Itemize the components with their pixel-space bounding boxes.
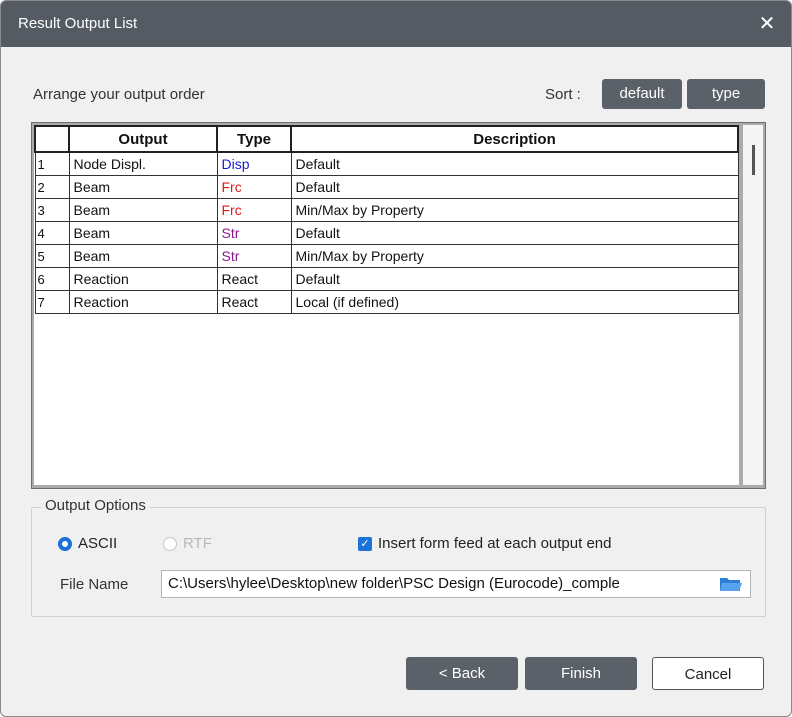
folder-icon[interactable]	[718, 573, 744, 595]
filename-field[interactable]: C:\Users\hylee\Desktop\new folder\PSC De…	[161, 570, 751, 598]
filename-label: File Name	[60, 576, 129, 593]
col-header-type[interactable]: Type	[216, 125, 292, 153]
description-cell[interactable]: Min/Max by Property	[290, 198, 739, 222]
output-grid[interactable]: Output Type Description 1 Node Displ. Disp…	[31, 122, 766, 489]
ascii-label: ASCII	[78, 535, 118, 552]
ascii-radio[interactable]: ASCII	[58, 535, 117, 552]
type-cell[interactable]: React	[216, 267, 292, 291]
result-output-list-dialog: Result Output List ✕ Arrange your output…	[0, 0, 792, 717]
table-header-row: Output Type Description	[34, 125, 739, 153]
output-cell[interactable]: Beam	[68, 198, 218, 222]
description-cell[interactable]: Min/Max by Property	[290, 244, 739, 268]
row-number-cell[interactable]: 4	[34, 221, 70, 245]
output-options-group	[31, 507, 766, 617]
description-cell[interactable]: Default	[290, 267, 739, 291]
sort-label: Sort :	[545, 86, 581, 103]
dialog-title: Result Output List	[18, 15, 138, 32]
type-cell[interactable]: React	[216, 290, 292, 314]
row-number-cell[interactable]: 2	[34, 175, 70, 199]
output-cell[interactable]: Beam	[68, 221, 218, 245]
output-table: Output Type Description 1 Node Displ. Disp…	[34, 125, 739, 314]
output-cell[interactable]: Beam	[68, 244, 218, 268]
formfeed-label: Insert form feed at each output end	[378, 535, 612, 552]
col-header-description[interactable]: Description	[290, 125, 739, 153]
vertical-scrollbar[interactable]	[743, 125, 763, 485]
row-number-cell[interactable]: 5	[34, 244, 70, 268]
title-bar: Result Output List ✕	[1, 1, 791, 47]
arrange-label: Arrange your output order	[33, 86, 205, 103]
output-options-legend: Output Options	[41, 497, 150, 514]
output-cell[interactable]: Reaction	[68, 267, 218, 291]
description-cell[interactable]: Default	[290, 151, 739, 176]
type-cell[interactable]: Frc	[216, 198, 292, 222]
output-cell[interactable]: Node Displ.	[68, 151, 218, 176]
row-number-cell[interactable]: 1	[34, 151, 70, 176]
checkmark-icon: ✓	[358, 536, 372, 551]
rtf-label: RTF	[183, 535, 212, 552]
formfeed-checkbox[interactable]: ✓ Insert form feed at each output end	[358, 535, 611, 552]
type-cell[interactable]: Str	[216, 244, 292, 268]
close-icon[interactable]: ✕	[751, 8, 783, 40]
row-number-cell[interactable]: 7	[34, 290, 70, 314]
table-row[interactable]: 1 Node Displ. Disp Default	[34, 151, 739, 176]
table-row[interactable]: 3 Beam Frc Min/Max by Property	[34, 198, 739, 222]
sort-type-button[interactable]: type	[687, 79, 765, 109]
radio-selected-icon	[58, 536, 72, 551]
table-row[interactable]: 4 Beam Str Default	[34, 221, 739, 245]
table-row[interactable]: 2 Beam Frc Default	[34, 175, 739, 199]
description-cell[interactable]: Local (if defined)	[290, 290, 739, 314]
col-header-output[interactable]: Output	[68, 125, 218, 153]
table-row[interactable]: 7 Reaction React Local (if defined)	[34, 290, 739, 314]
row-number-cell[interactable]: 3	[34, 198, 70, 222]
output-cell[interactable]: Reaction	[68, 290, 218, 314]
grid-body: Output Type Description 1 Node Displ. Disp…	[34, 125, 739, 485]
table-row[interactable]: 5 Beam Str Min/Max by Property	[34, 244, 739, 268]
type-cell[interactable]: Disp	[216, 151, 292, 176]
description-cell[interactable]: Default	[290, 175, 739, 199]
radio-unselected-icon	[163, 536, 177, 551]
sort-default-button[interactable]: default	[602, 79, 682, 109]
scrollbar-thumb[interactable]	[752, 145, 755, 175]
rtf-radio[interactable]: RTF	[163, 535, 212, 552]
type-cell[interactable]: Str	[216, 221, 292, 245]
type-cell[interactable]: Frc	[216, 175, 292, 199]
back-button[interactable]: < Back	[406, 657, 518, 690]
col-header-num[interactable]	[34, 125, 70, 153]
finish-button[interactable]: Finish	[525, 657, 637, 690]
description-cell[interactable]: Default	[290, 221, 739, 245]
table-row[interactable]: 6 Reaction React Default	[34, 267, 739, 291]
output-cell[interactable]: Beam	[68, 175, 218, 199]
row-number-cell[interactable]: 6	[34, 267, 70, 291]
cancel-button[interactable]: Cancel	[652, 657, 764, 690]
